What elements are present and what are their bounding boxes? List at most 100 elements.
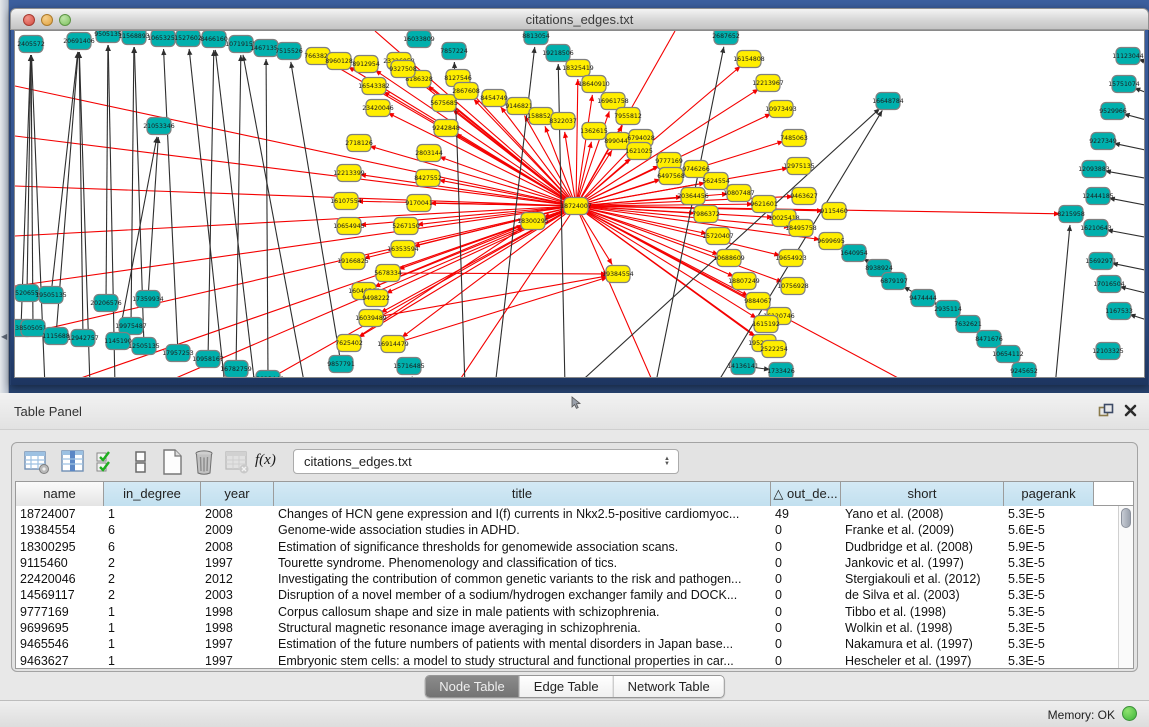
table-cell[interactable]: 2 <box>104 587 201 603</box>
table-cell[interactable]: 18724007 <box>16 506 104 522</box>
table-cell[interactable]: Changes of HCN gene expression and I(f) … <box>274 506 771 522</box>
table-row[interactable]: 946362711997Embryonic stem cells: a mode… <box>16 653 1133 669</box>
table-cell[interactable]: 1 <box>104 506 201 522</box>
table-cell[interactable]: Dudbridge et al. (2008) <box>841 539 1004 555</box>
vertical-scrollbar[interactable] <box>1118 506 1133 668</box>
table-row[interactable]: 911546021997Tourette syndrome. Phenomeno… <box>16 555 1133 571</box>
graph-edge[interactable] <box>1105 171 1145 179</box>
table-cell[interactable]: 14569117 <box>16 587 104 603</box>
graph-edge[interactable] <box>15 206 576 336</box>
float-panel-icon[interactable] <box>1098 403 1114 419</box>
table-cell[interactable]: 2012 <box>201 571 274 587</box>
table-cell[interactable]: 5.6E-5 <box>1004 522 1094 538</box>
table-body[interactable]: 1872400712008Changes of HCN gene express… <box>16 506 1133 669</box>
table-cell[interactable]: 9465546 <box>16 636 104 652</box>
graph-edge[interactable] <box>576 206 780 255</box>
table-row[interactable]: 1456911722003Disruption of a novel membe… <box>16 587 1133 603</box>
graph-edge[interactable] <box>576 206 655 378</box>
column-visibility-icon[interactable] <box>59 448 87 476</box>
graph-edge[interactable] <box>393 277 607 344</box>
table-cell[interactable]: 2008 <box>201 539 274 555</box>
table-panel-header[interactable]: Table Panel <box>0 393 1149 430</box>
column-header-title[interactable]: title <box>274 482 771 506</box>
graph-edge[interactable] <box>291 62 341 364</box>
scrollbar-thumb[interactable] <box>1121 508 1131 528</box>
graph-edge[interactable] <box>1055 225 1070 378</box>
table-cell[interactable]: 9463627 <box>16 653 104 669</box>
table-cell[interactable]: 0 <box>771 522 841 538</box>
table-cell[interactable]: 19384554 <box>16 522 104 538</box>
table-cell[interactable]: 5.3E-5 <box>1004 604 1094 620</box>
graph-edge[interactable] <box>412 377 415 378</box>
table-cell[interactable]: 22420046 <box>16 571 104 587</box>
table-cell[interactable]: 1997 <box>201 636 274 652</box>
table-cell[interactable]: 1 <box>104 620 201 636</box>
collapse-arrow-icon[interactable]: ◀ <box>1 332 7 341</box>
table-cell[interactable]: 1 <box>104 604 201 620</box>
column-header-short[interactable]: short <box>841 482 1004 506</box>
table-cell[interactable]: 2008 <box>201 506 274 522</box>
table-cell[interactable]: 1 <box>104 636 201 652</box>
network-view-window[interactable]: citations_edges.txt 18724007183002951938… <box>10 8 1149 385</box>
table-row[interactable]: 969969511998Structural magnetic resonanc… <box>16 620 1133 636</box>
table-cell[interactable]: de Silva et al. (2003) <box>841 587 1004 603</box>
table-cell[interactable]: 0 <box>771 539 841 555</box>
graph-edge[interactable] <box>108 45 115 378</box>
network-canvas[interactable]: 1872400718300295193845542342004627181261… <box>14 30 1145 378</box>
table-cell[interactable]: Corpus callosum shape and size in male p… <box>274 604 771 620</box>
graph-edge[interactable] <box>51 52 78 295</box>
graph-edge[interactable] <box>558 64 565 378</box>
graph-edge[interactable] <box>164 49 178 353</box>
table-cell[interactable]: 2003 <box>201 587 274 603</box>
table-cell[interactable]: 9115460 <box>16 555 104 571</box>
table-cell[interactable]: Structural magnetic resonance image aver… <box>274 620 771 636</box>
graph-edge[interactable] <box>243 55 305 378</box>
table-cell[interactable]: Wolkin et al. (1998) <box>841 620 1004 636</box>
graph-edge[interactable] <box>189 49 225 378</box>
table-cell[interactable]: 2009 <box>201 522 274 538</box>
table-cell[interactable]: Genome-wide association studies in ADHD. <box>274 522 771 538</box>
table-cell[interactable]: 1998 <box>201 620 274 636</box>
tab-network-table[interactable]: Network Table <box>614 676 724 697</box>
trash-icon[interactable] <box>190 448 218 476</box>
table-cell[interactable]: Hescheler et al. (1997) <box>841 653 1004 669</box>
table-cell[interactable]: 5.3E-5 <box>1004 620 1094 636</box>
table-cell[interactable]: Embryonic stem cells: a model to study s… <box>274 653 771 669</box>
table-cell[interactable]: 1 <box>104 653 201 669</box>
table-cell[interactable]: Tibbo et al. (1998) <box>841 604 1004 620</box>
table-cell[interactable]: 5.3E-5 <box>1004 587 1094 603</box>
table-cell[interactable]: 5.3E-5 <box>1004 636 1094 652</box>
new-document-icon[interactable] <box>158 448 186 476</box>
graph-edge[interactable] <box>371 276 607 318</box>
table-cell[interactable]: Disruption of a novel member of a sodium… <box>274 587 771 603</box>
column-header-year[interactable]: year <box>201 482 274 506</box>
table-cell[interactable]: 2 <box>104 555 201 571</box>
table-cell[interactable]: 0 <box>771 653 841 669</box>
table-cell[interactable]: 9777169 <box>16 604 104 620</box>
checklist-icon[interactable] <box>93 448 121 476</box>
table-cell[interactable]: 2 <box>104 571 201 587</box>
tab-node-table[interactable]: Node Table <box>425 676 520 697</box>
table-cell[interactable]: 5.3E-5 <box>1004 555 1094 571</box>
table-row[interactable]: 1830029562008Estimation of significance … <box>16 539 1133 555</box>
column-header-out_de[interactable]: △ out_de... <box>771 482 841 506</box>
table-cell[interactable]: Investigating the contribution of common… <box>274 571 771 587</box>
graph-edge[interactable] <box>131 47 134 326</box>
close-panel-icon[interactable] <box>1123 403 1138 418</box>
table-cell[interactable]: Franke et al. (2009) <box>841 522 1004 538</box>
column-header-in_degree[interactable]: in_degree <box>104 482 201 506</box>
table-select-dropdown[interactable]: citations_edges.txt ▲▼ <box>293 449 679 474</box>
table-settings-icon[interactable] <box>23 448 51 476</box>
table-cell[interactable]: 0 <box>771 555 841 571</box>
table-cell[interactable]: Tourette syndrome. Phenomenology and cla… <box>274 555 771 571</box>
table-cell[interactable]: 0 <box>771 587 841 603</box>
table-cell[interactable]: Stergiakouli et al. (2012) <box>841 571 1004 587</box>
table-cell[interactable]: Estimation of the future numbers of pati… <box>274 636 771 652</box>
column-header-name[interactable]: name <box>16 482 104 506</box>
column-header-pagerank[interactable]: pagerank <box>1004 482 1094 506</box>
table-cell[interactable]: Jankovic et al. (1997) <box>841 555 1004 571</box>
graph-edge[interactable] <box>388 273 607 274</box>
graph-edge[interactable] <box>106 45 108 303</box>
graph-edge[interactable] <box>118 137 157 341</box>
table-cell[interactable]: Estimation of significance thresholds fo… <box>274 539 771 555</box>
